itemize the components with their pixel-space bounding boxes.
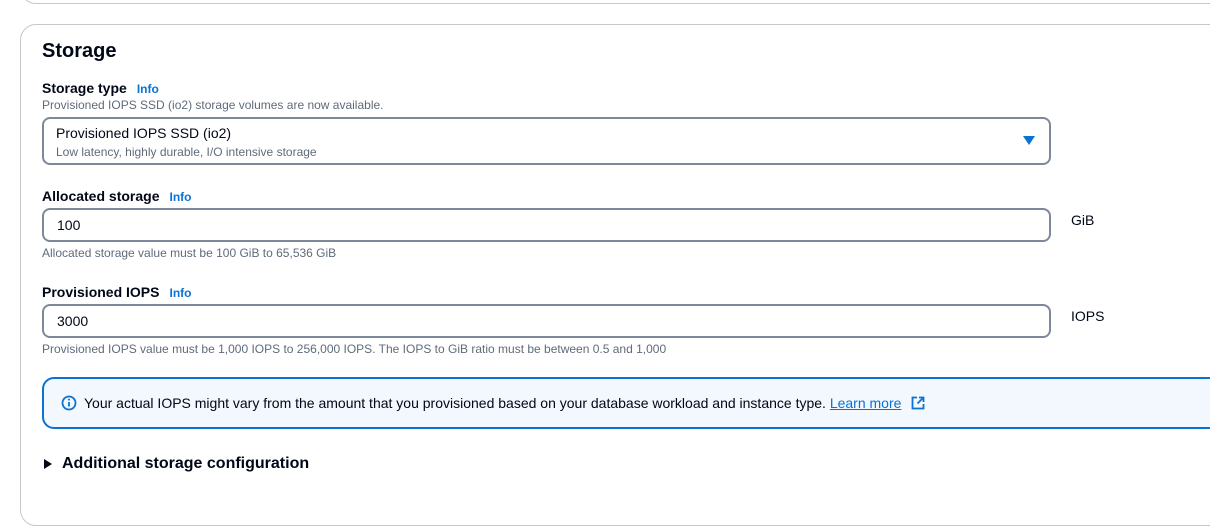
additional-storage-label: Additional storage configuration — [62, 455, 310, 472]
storage-type-label-row: Storage type Info — [42, 80, 159, 96]
allocated-storage-label-row: Allocated storage Info — [42, 188, 191, 204]
allocated-storage-input[interactable]: 100 — [42, 208, 1051, 242]
section-title: Storage — [42, 40, 117, 62]
allocated-storage-unit: GiB — [1071, 212, 1095, 228]
storage-type-selected-description: Low latency, highly durable, I/O intensi… — [56, 145, 317, 159]
allocated-storage-value: 100 — [57, 217, 81, 233]
provisioned-iops-info-link[interactable]: Info — [169, 286, 191, 300]
storage-type-selected-value: Provisioned IOPS SSD (io2) — [56, 125, 232, 141]
storage-type-info-link[interactable]: Info — [137, 82, 159, 96]
provisioned-iops-label-row: Provisioned IOPS Info — [42, 284, 191, 300]
provisioned-iops-label: Provisioned IOPS — [42, 284, 160, 300]
provisioned-iops-constraint: Provisioned IOPS value must be 1,000 IOP… — [42, 342, 667, 356]
caret-right-icon — [44, 459, 52, 469]
info-icon — [61, 395, 77, 411]
storage-type-select[interactable]: Provisioned IOPS SSD (io2) Low latency, … — [42, 117, 1051, 165]
alert-message: Your actual IOPS might vary from the amo… — [84, 395, 826, 411]
iops-info-alert: Your actual IOPS might vary from the amo… — [42, 377, 1210, 429]
alert-message-row: Your actual IOPS might vary from the amo… — [84, 395, 925, 411]
learn-more-link[interactable]: Learn more — [830, 395, 902, 411]
provisioned-iops-unit: IOPS — [1071, 308, 1105, 324]
caret-down-icon — [1023, 136, 1035, 145]
provisioned-iops-value: 3000 — [57, 313, 89, 329]
provisioned-iops-input[interactable]: 3000 — [42, 304, 1051, 338]
additional-storage-expander[interactable]: Additional storage configuration — [44, 455, 309, 473]
allocated-storage-label: Allocated storage — [42, 188, 160, 204]
external-link-icon[interactable] — [911, 396, 925, 410]
allocated-storage-info-link[interactable]: Info — [169, 190, 191, 204]
storage-type-label: Storage type — [42, 80, 127, 96]
storage-type-description: Provisioned IOPS SSD (io2) storage volum… — [42, 98, 384, 112]
previous-section-card — [20, 0, 1210, 4]
allocated-storage-constraint: Allocated storage value must be 100 GiB … — [42, 246, 337, 260]
